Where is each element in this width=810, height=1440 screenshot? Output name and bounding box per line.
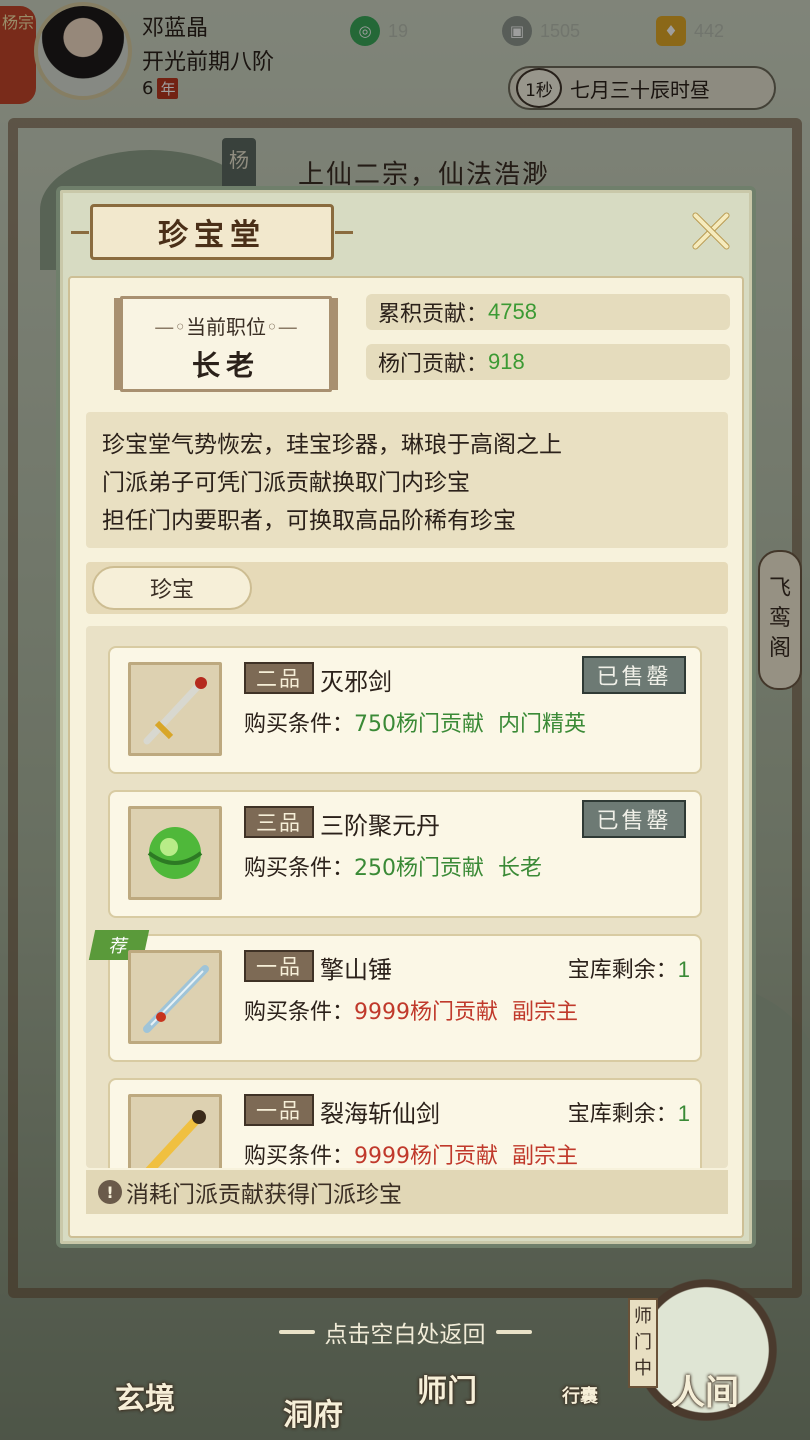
required-rank: 副宗主: [512, 1000, 579, 1025]
grade-badge: 一品: [244, 1094, 314, 1126]
treasure-list[interactable]: 二品 灭邪剑 购买条件：750杨门贡献 内门精英 已售罄 三品 三阶聚元丹 购买…: [86, 626, 728, 1168]
footer-tip-text: 消耗门派贡献获得门派珍宝: [126, 1182, 402, 1208]
item-name: 裂海斩仙剑: [320, 1100, 440, 1128]
nav-dongfu[interactable]: 洞府: [258, 1340, 368, 1440]
total-contribution: 累积贡献： 4758: [366, 294, 730, 330]
nav-xuanjing[interactable]: 玄境: [90, 1340, 200, 1440]
description: 珍宝堂气势恢宏，珪宝珍器，琳琅于高阁之上 门派弟子可凭门派贡献换取门内珍宝 担任…: [86, 412, 728, 548]
description-line: 担任门内要职者，可换取高品阶稀有珍宝: [102, 508, 516, 534]
description-line: 珍宝堂气势恢宏，珪宝珍器，琳琅于高阁之上: [102, 432, 562, 458]
list-item[interactable]: 一品 裂海斩仙剑 宝库剩余：1 购买条件：9999杨门贡献 副宗主: [108, 1078, 702, 1168]
sect-contribution: 杨门贡献： 918: [366, 344, 730, 380]
purchase-condition: 购买条件：9999杨门贡献 副宗主: [244, 1000, 579, 1025]
stock-remaining: 宝库剩余：1: [567, 957, 690, 983]
total-contribution-label: 累积贡献：: [378, 302, 489, 327]
cost: 9999杨门贡献: [354, 1144, 499, 1168]
nav-shimen[interactable]: 师门: [392, 1340, 502, 1440]
modal-title: 珍宝堂: [71, 204, 353, 260]
exclamation-icon: !: [98, 1180, 122, 1204]
purchase-condition: 购买条件：750杨门贡献 内门精英: [244, 712, 587, 737]
bottom-nav: 玄境 洞府 师门 行囊 人间: [0, 1340, 810, 1440]
required-rank: 内门精英: [498, 712, 587, 737]
purchase-condition: 购买条件：9999杨门贡献 副宗主: [244, 1144, 579, 1168]
list-item[interactable]: 荐 一品 擎山锤 宝库剩余：1 购买条件：9999杨门贡献 副宗主: [88, 930, 702, 1062]
sold-out-badge: 已售罄: [582, 656, 686, 694]
nav-xingnang[interactable]: 行囊: [540, 1340, 620, 1440]
item-name: 擎山锤: [320, 956, 392, 984]
sect-contribution-value: 918: [488, 349, 525, 374]
cost: 750杨门贡献: [354, 712, 485, 737]
pill-icon: [128, 806, 222, 900]
item-name: 三阶聚元丹: [320, 812, 440, 840]
sect-contribution-label: 杨门贡献：: [378, 352, 489, 377]
sword-icon: [128, 1094, 222, 1168]
treasure-hall-modal: 珍宝堂 —◦当前职位◦— 长老 累积贡献： 4758 杨门贡献： 918 珍宝堂…: [56, 186, 756, 1248]
modal-content: —◦当前职位◦— 长老 累积贡献： 4758 杨门贡献： 918 珍宝堂气势恢宏…: [68, 276, 744, 1238]
footer-tip: ! 消耗门派贡献获得门派珍宝: [86, 1170, 728, 1214]
total-contribution-value: 4758: [488, 299, 537, 324]
close-button[interactable]: [688, 208, 734, 254]
description-line: 门派弟子可凭门派贡献换取门内珍宝: [102, 470, 470, 496]
purchase-condition: 购买条件：250杨门贡献 长老: [244, 856, 543, 881]
list-item[interactable]: 三品 三阶聚元丹 购买条件：250杨门贡献 长老 已售罄: [108, 790, 702, 918]
position-value: 长老: [191, 349, 260, 382]
grade-badge: 三品: [244, 806, 314, 838]
sword-icon: [128, 662, 222, 756]
divider: [495, 1330, 532, 1334]
sold-out-badge: 已售罄: [582, 800, 686, 838]
tab-treasures[interactable]: 珍宝: [92, 566, 252, 610]
grade-badge: 一品: [244, 950, 314, 982]
required-rank: 长老: [498, 856, 543, 881]
item-name: 灭邪剑: [320, 668, 392, 696]
position-scroll: —◦当前职位◦— 长老: [120, 296, 332, 392]
section-header: 珍宝: [86, 562, 728, 614]
stock-remaining: 宝库剩余：1: [567, 1101, 690, 1127]
nav-renjian[interactable]: 人间: [650, 1340, 760, 1440]
required-rank: 副宗主: [512, 1144, 579, 1168]
divider: [278, 1330, 315, 1334]
grade-badge: 二品: [244, 662, 314, 694]
cost: 250杨门贡献: [354, 856, 485, 881]
list-item[interactable]: 二品 灭邪剑 购买条件：750杨门贡献 内门精英 已售罄: [108, 646, 702, 774]
position-label: —◦当前职位◦—: [154, 315, 298, 339]
cost: 9999杨门贡献: [354, 1000, 499, 1025]
hammer-icon: [128, 950, 222, 1044]
